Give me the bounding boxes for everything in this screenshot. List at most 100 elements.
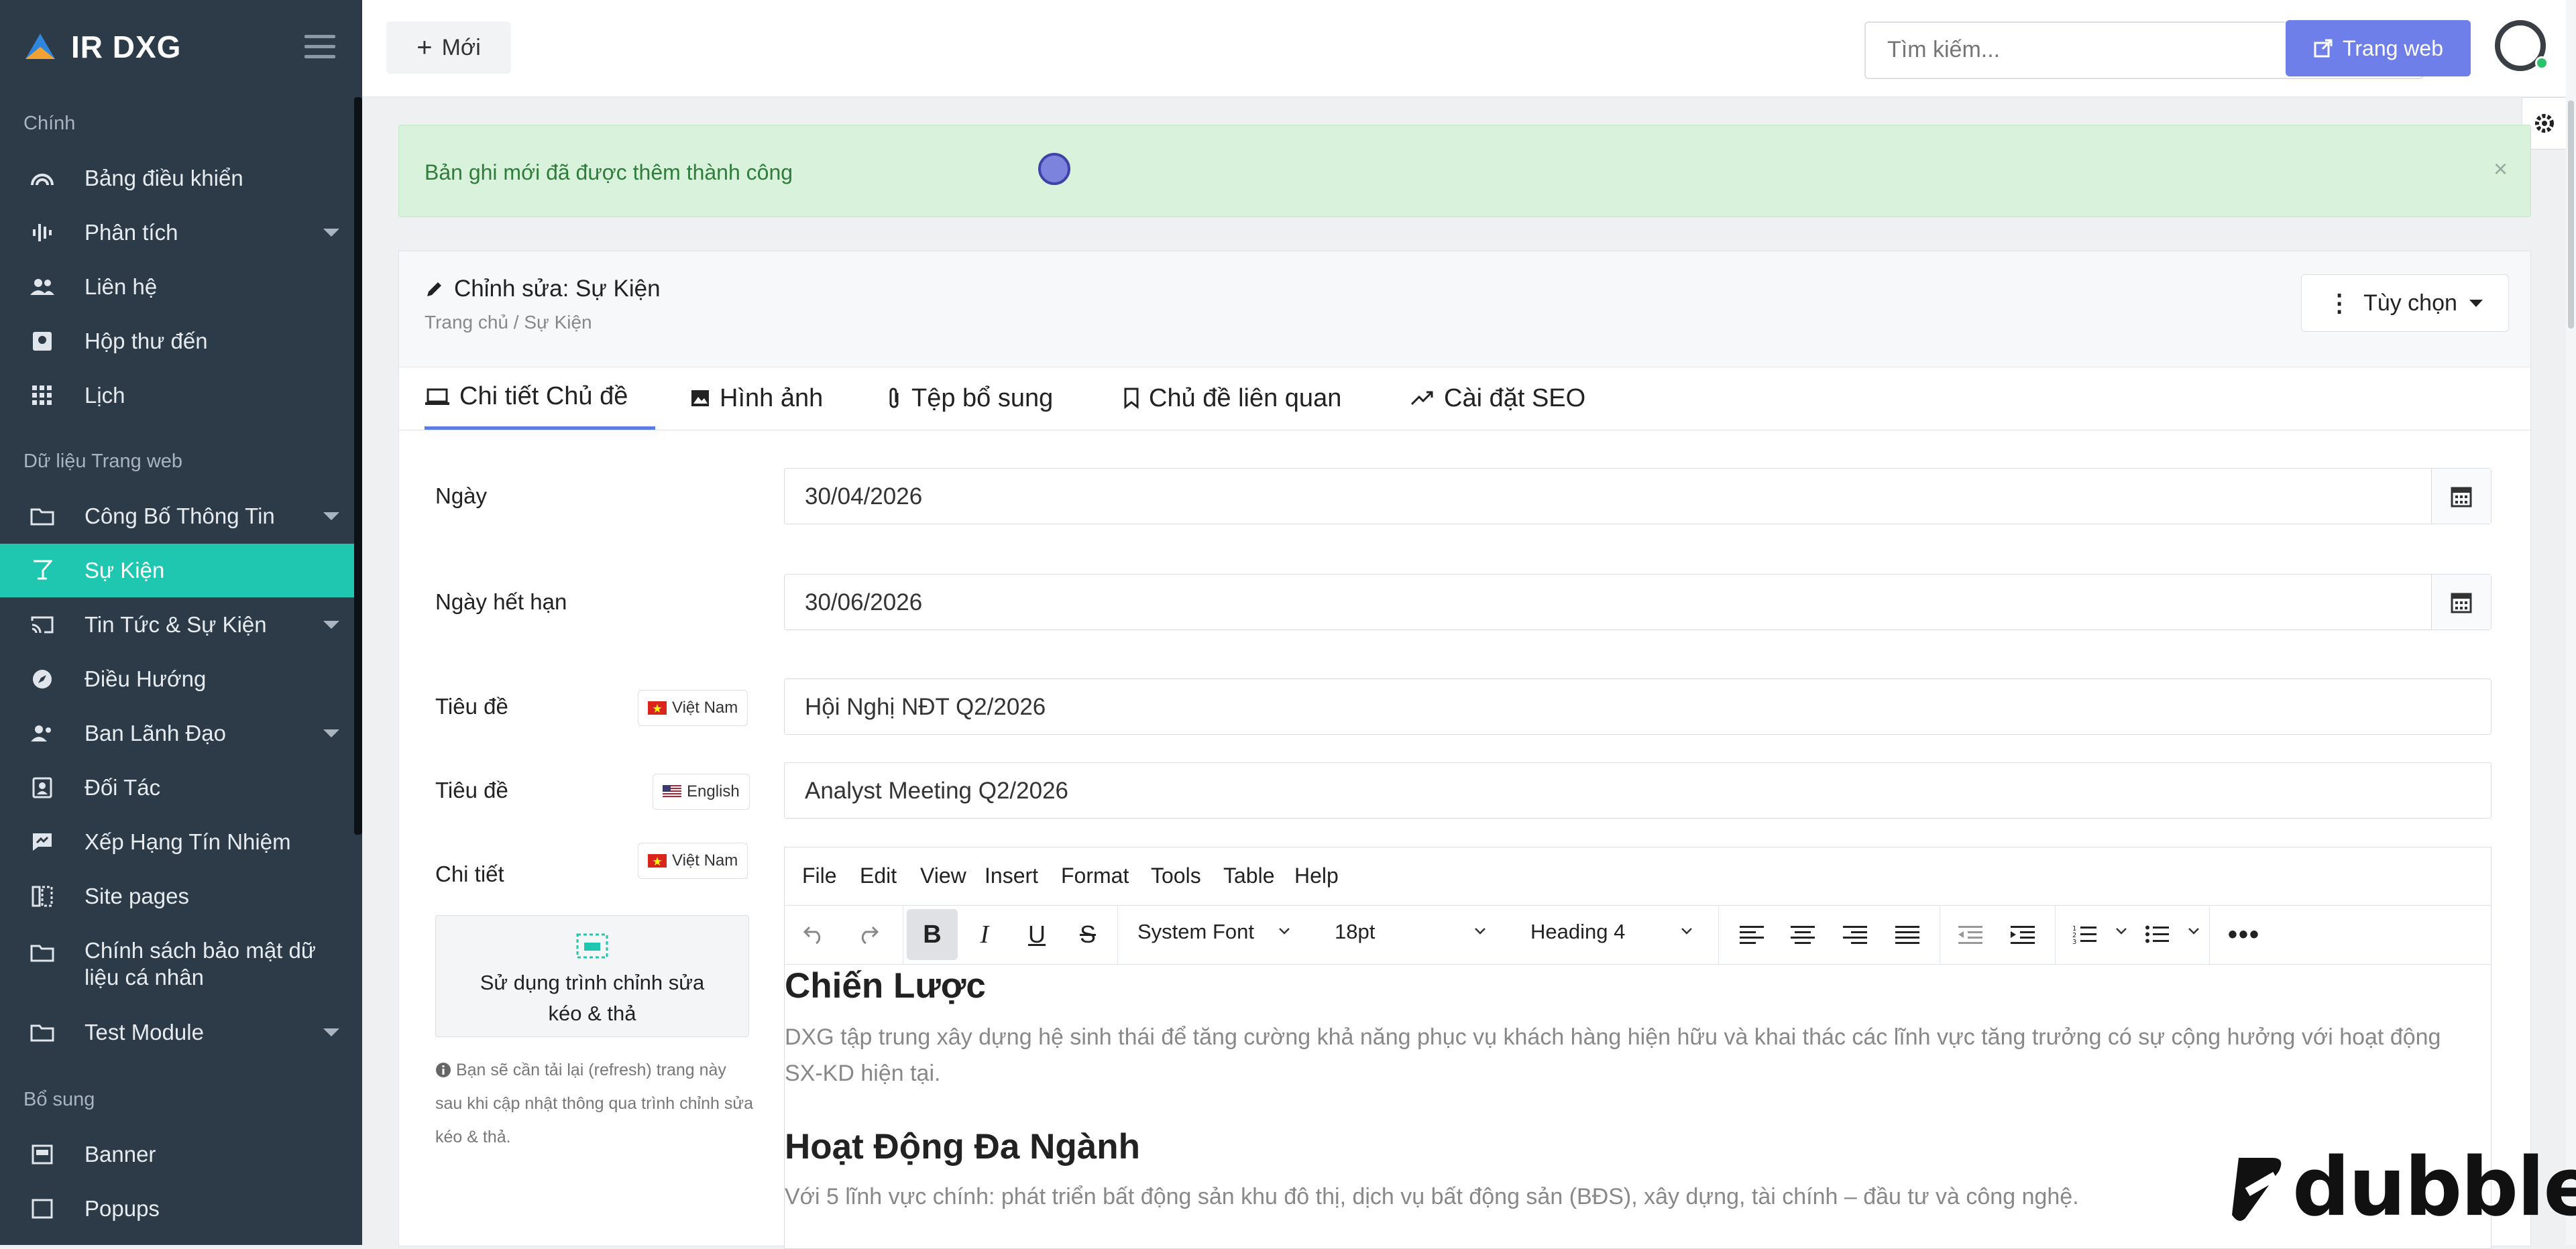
align-right-button[interactable]: [1830, 909, 1881, 960]
font-family-select[interactable]: System Font: [1137, 920, 1254, 944]
more-button[interactable]: •••: [2219, 909, 2270, 960]
search-input[interactable]: [1866, 23, 2331, 76]
underline-button[interactable]: U: [1011, 909, 1062, 960]
brand-name: IR DXG: [71, 29, 182, 64]
breadcrumb[interactable]: Trang chủ / Sự Kiện: [425, 312, 592, 333]
sidebar-item-calendar[interactable]: Lịch: [0, 369, 354, 422]
cast-icon: [30, 612, 55, 638]
indent-button[interactable]: [1997, 909, 2048, 960]
menu-tools[interactable]: Tools: [1151, 864, 1201, 888]
edit-panel: Chỉnh sửa: Sự Kiện Trang chủ / Sự Kiện ⋮…: [398, 251, 2531, 1249]
expiry-date-field[interactable]: 30/06/2026: [784, 574, 2491, 630]
chevron-down-icon[interactable]: [2188, 925, 2200, 937]
editor-toolbar: B I U S System Font 18pt Heading 4 123 •…: [785, 905, 2491, 965]
options-dropdown[interactable]: ⋮ Tùy chọn: [2301, 274, 2509, 332]
expiry-date-label: Ngày hết hạn: [435, 589, 567, 614]
sidebar-item-navigation[interactable]: Điều Hướng: [0, 652, 354, 706]
close-icon[interactable]: ×: [2494, 155, 2508, 183]
info-icon: [436, 1063, 451, 1077]
laptop-icon: [425, 388, 449, 405]
sidebar-item-popups[interactable]: Popups: [0, 1182, 354, 1236]
bookmark-icon: [1124, 388, 1139, 409]
menu-help[interactable]: Help: [1294, 864, 1339, 888]
sidebar-item-label: Lịch: [85, 383, 125, 408]
analytics-icon: [30, 220, 55, 245]
sidebar-item-banner[interactable]: Banner: [0, 1128, 354, 1181]
language-badge-label: Việt Nam: [672, 699, 738, 717]
kebab-icon: ⋮: [2327, 289, 2352, 316]
align-left-icon: [1740, 926, 1764, 944]
undo-button[interactable]: [789, 909, 840, 960]
external-link-icon: [2314, 39, 2333, 58]
drag-drop-label: Sử dụng trình chỉnh sửa kéo & thả: [480, 971, 705, 1025]
chevron-down-icon[interactable]: [2115, 925, 2127, 937]
align-justify-button[interactable]: [1882, 909, 1933, 960]
sidebar-item-contacts[interactable]: Liên hệ: [0, 260, 354, 314]
brand[interactable]: IR DXG: [23, 27, 181, 67]
sidebar-item-leadership[interactable]: Ban Lãnh Đạo: [0, 707, 354, 760]
menu-format[interactable]: Format: [1061, 864, 1129, 888]
block-format-select[interactable]: Heading 4: [1530, 920, 1625, 944]
pages-icon: [30, 884, 55, 909]
sidebar-item-events[interactable]: Sự Kiện: [0, 544, 354, 597]
menu-table[interactable]: Table: [1223, 864, 1275, 888]
menu-edit[interactable]: Edit: [860, 864, 897, 888]
menu-view[interactable]: View: [920, 864, 966, 888]
italic-button[interactable]: I: [959, 909, 1010, 960]
sidebar-item-label: Hộp thư đến: [85, 329, 208, 353]
sidebar-item-inbox[interactable]: Hộp thư đến: [0, 314, 354, 368]
paperclip-icon: [889, 388, 899, 408]
bold-button[interactable]: B: [907, 909, 958, 960]
tab-images[interactable]: Hình ảnh: [690, 367, 823, 430]
date-value: 30/04/2026: [805, 483, 923, 510]
sidebar-section-main: Chính: [23, 113, 76, 134]
sidebar-item-partners[interactable]: Đối Tác: [0, 761, 354, 815]
drag-drop-editor-button[interactable]: Sử dụng trình chỉnh sửa kéo & thả: [435, 915, 749, 1037]
menu-toggle-icon[interactable]: [304, 35, 335, 59]
sidebar-item-analytics[interactable]: Phân tích: [0, 206, 354, 259]
strikethrough-button[interactable]: S: [1062, 909, 1113, 960]
menu-insert[interactable]: Insert: [985, 864, 1038, 888]
calendar-button[interactable]: [2431, 469, 2491, 524]
font-size-select[interactable]: 18pt: [1335, 920, 1375, 944]
website-button[interactable]: Trang web: [2286, 20, 2471, 76]
sidebar-item-privacy-policy[interactable]: Chính sách bảo mật dữ liệu cá nhân: [0, 937, 354, 1004]
align-left-button[interactable]: [1726, 909, 1777, 960]
sidebar-item-site-pages[interactable]: Site pages: [0, 870, 354, 923]
title-en-input[interactable]: Analyst Meeting Q2/2026: [784, 762, 2491, 819]
sidebar-item-dashboard[interactable]: Bảng điều khiển: [0, 152, 354, 205]
sidebar-scrollbar[interactable]: [354, 97, 362, 835]
tab-attachments[interactable]: Tệp bổ sung: [887, 367, 1053, 430]
drag-drop-note-text: Bạn sẽ cần tải lại (refresh) trang này s…: [435, 1061, 753, 1146]
trending-up-icon: [1410, 391, 1433, 406]
numbered-list-button[interactable]: 123: [2059, 909, 2110, 960]
tab-seo-settings[interactable]: Cài đặt SEO: [1410, 367, 1585, 430]
rating-icon: [30, 829, 55, 855]
title-vi-input[interactable]: Hội Nghị NĐT Q2/2026: [784, 678, 2491, 735]
calendar-icon: [2451, 487, 2472, 508]
bullet-list-button[interactable]: [2131, 909, 2182, 960]
menu-file[interactable]: File: [802, 864, 837, 888]
chevron-down-icon: [323, 729, 339, 737]
chevron-down-icon: [1475, 928, 1486, 935]
sidebar-item-label: Điều Hướng: [85, 666, 207, 691]
outdent-button[interactable]: [1945, 909, 1996, 960]
tab-topic-details[interactable]: Chi tiết Chủ đề: [425, 367, 655, 430]
details-label: Chi tiết: [435, 861, 504, 886]
sidebar-item-credit-rating[interactable]: Xếp Hạng Tín Nhiệm: [0, 815, 354, 869]
sidebar-item-news[interactable]: Tin Tức & Sự Kiện: [0, 598, 354, 652]
popup-icon: [30, 1196, 55, 1222]
title-en-value: Analyst Meeting Q2/2026: [805, 778, 1069, 804]
sidebar-item-disclosure[interactable]: Công Bố Thông Tin: [0, 489, 354, 543]
calendar-button[interactable]: [2431, 575, 2491, 630]
new-button[interactable]: + Mới: [386, 21, 511, 74]
align-center-button[interactable]: [1777, 909, 1828, 960]
sidebar-item-label: Test Module: [85, 1020, 204, 1045]
date-field[interactable]: 30/04/2026: [784, 468, 2491, 524]
page-scrollbar[interactable]: [2566, 0, 2576, 1245]
redo-button[interactable]: [842, 909, 893, 960]
calendar-icon: [2451, 593, 2472, 613]
content-heading: Chiến Lược: [785, 966, 986, 1006]
sidebar-item-test-module[interactable]: Test Module: [0, 1006, 354, 1059]
tab-related-topics[interactable]: Chủ đề liên quan: [1123, 367, 1341, 430]
